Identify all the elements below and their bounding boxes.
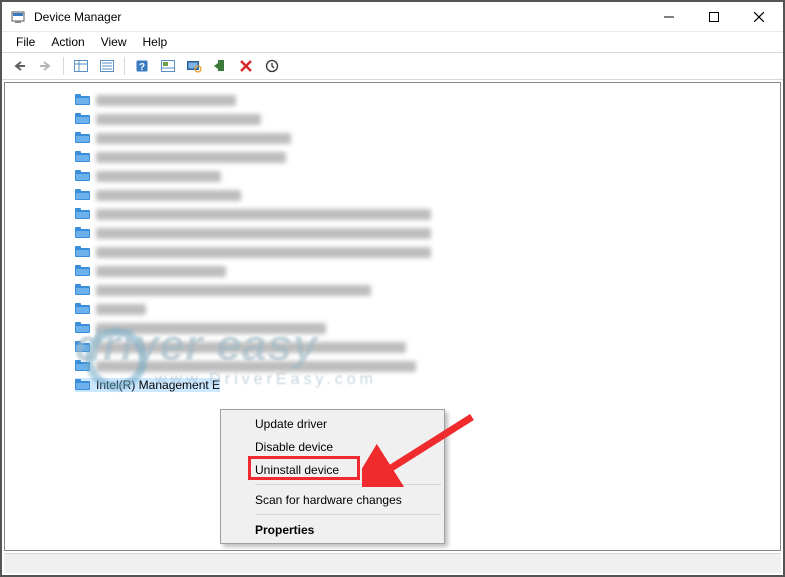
device-label-blurred — [96, 247, 431, 258]
svg-text:?: ? — [139, 62, 145, 73]
show-console-tree-button[interactable] — [69, 55, 93, 77]
properties-button[interactable] — [95, 55, 119, 77]
tree-node[interactable] — [13, 205, 776, 223]
tree-node[interactable] — [13, 91, 776, 109]
tree-node[interactable] — [13, 186, 776, 204]
device-label-blurred — [96, 114, 261, 125]
uninstall-button[interactable] — [234, 55, 258, 77]
device-label-blurred — [96, 266, 226, 277]
device-folder-icon — [75, 264, 91, 278]
context-menu-item-uninstall[interactable]: Uninstall device — [223, 458, 442, 481]
device-folder-icon — [75, 321, 91, 335]
forward-button[interactable] — [34, 55, 58, 77]
toolbar-separator — [63, 57, 64, 75]
device-label-blurred — [96, 171, 221, 182]
device-folder-icon — [75, 207, 91, 221]
close-button[interactable] — [736, 2, 781, 31]
tree-node[interactable] — [13, 129, 776, 147]
device-folder-icon — [75, 283, 91, 297]
window-title: Device Manager — [34, 10, 646, 24]
minimize-button[interactable] — [646, 2, 691, 31]
device-folder-icon — [75, 93, 91, 107]
tree-node[interactable] — [13, 148, 776, 166]
device-label-blurred — [96, 304, 146, 315]
context-menu-item-scan[interactable]: Scan for hardware changes — [223, 488, 442, 511]
device-folder-icon — [75, 378, 91, 392]
device-label-blurred — [96, 285, 371, 296]
menu-view[interactable]: View — [93, 33, 135, 51]
tree-node[interactable] — [13, 243, 776, 261]
device-folder-icon — [75, 131, 91, 145]
device-label-blurred — [96, 95, 236, 106]
watermark-logo-icon — [85, 328, 147, 390]
add-legacy-hardware-button[interactable] — [208, 55, 232, 77]
device-label-blurred — [96, 209, 431, 220]
device-folder-icon — [75, 188, 91, 202]
context-menu-separator — [255, 514, 441, 515]
device-folder-icon — [75, 169, 91, 183]
device-folder-icon — [75, 112, 91, 126]
context-menu-item-disable[interactable]: Disable device — [223, 435, 442, 458]
app-icon — [10, 9, 26, 25]
maximize-button[interactable] — [691, 2, 736, 31]
menu-help[interactable]: Help — [135, 33, 176, 51]
toolbar: ? — [2, 52, 783, 80]
menu-file[interactable]: File — [8, 33, 43, 51]
device-label-blurred — [96, 152, 286, 163]
toolbar-separator — [124, 57, 125, 75]
context-menu-item-update[interactable]: Update driver — [223, 412, 442, 435]
device-folder-icon — [75, 150, 91, 164]
statusbar — [4, 553, 781, 573]
device-folder-icon — [75, 245, 91, 259]
back-button[interactable] — [8, 55, 32, 77]
device-folder-icon — [75, 226, 91, 240]
annotation-highlight-box — [248, 456, 360, 480]
context-menu-item-props[interactable]: Properties — [223, 518, 442, 541]
context-menu-separator — [255, 484, 441, 485]
tree-node[interactable] — [13, 167, 776, 185]
update-driver-button[interactable] — [156, 55, 180, 77]
enable-device-button[interactable] — [260, 55, 284, 77]
help-button[interactable]: ? — [130, 55, 154, 77]
menu-action[interactable]: Action — [43, 33, 92, 51]
menubar: File Action View Help — [2, 32, 783, 52]
device-label-blurred — [96, 190, 241, 201]
tree-node[interactable] — [13, 281, 776, 299]
device-label-blurred — [96, 133, 291, 144]
tree-node[interactable] — [13, 262, 776, 280]
tree-node[interactable] — [13, 110, 776, 128]
device-folder-icon — [75, 302, 91, 316]
tree-node[interactable] — [13, 224, 776, 242]
titlebar: Device Manager — [2, 2, 783, 32]
device-label-blurred — [96, 228, 431, 239]
tree-node[interactable] — [13, 300, 776, 318]
scan-hardware-button[interactable] — [182, 55, 206, 77]
context-menu: Update driverDisable deviceUninstall dev… — [220, 409, 445, 544]
